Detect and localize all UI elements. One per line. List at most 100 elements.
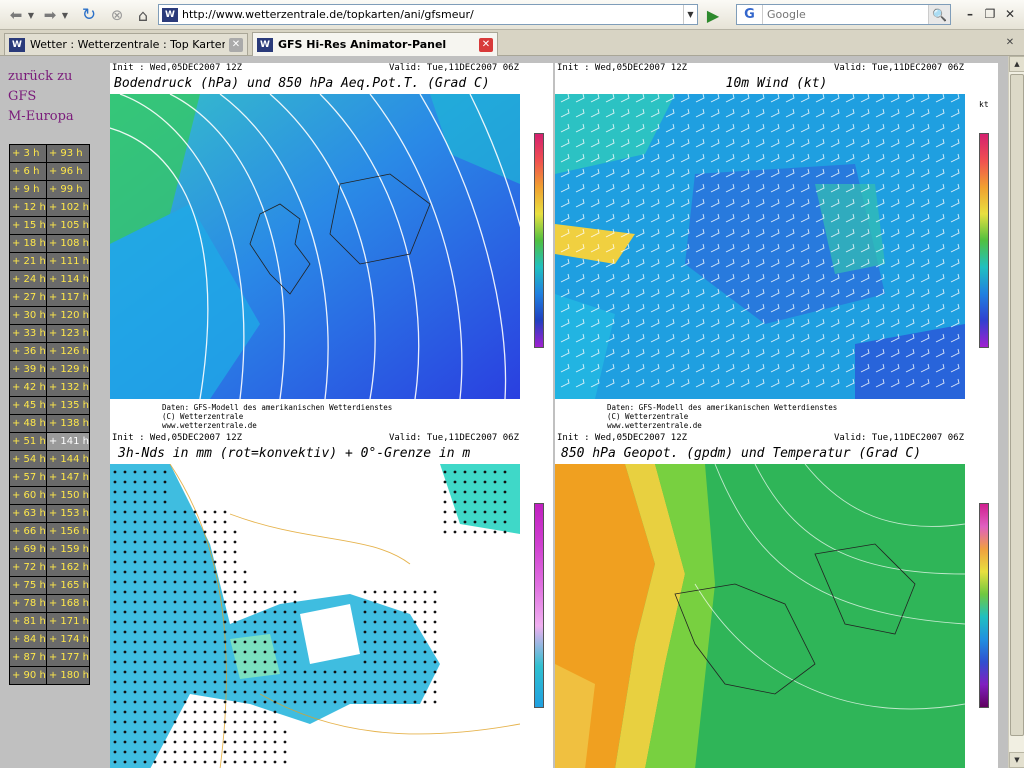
time-step-link[interactable]: + 60 h	[9, 486, 47, 505]
url-history-dropdown-icon[interactable]: ▼	[683, 5, 697, 24]
time-step-link[interactable]: + 9 h	[9, 180, 47, 199]
time-row: + 51 h + 141 h	[9, 432, 90, 451]
time-row: + 69 h + 159 h	[9, 540, 90, 559]
time-step-link[interactable]: + 102 h	[45, 198, 90, 217]
time-step-link[interactable]: + 168 h	[45, 594, 90, 613]
time-step-link[interactable]: + 39 h	[9, 360, 47, 379]
forward-arrow-icon[interactable]: ➡	[40, 4, 60, 26]
time-step-link[interactable]: + 171 h	[45, 612, 90, 631]
time-step-link[interactable]: + 6 h	[9, 162, 47, 181]
time-step-link[interactable]: + 135 h	[45, 396, 90, 415]
map-panel-pressure[interactable]: Init : Wed,05DEC2007 12Z Valid: Tue,11DE…	[110, 63, 553, 433]
time-step-link[interactable]: + 57 h	[9, 468, 47, 487]
time-row: + 63 h + 153 h	[9, 504, 90, 523]
search-bar[interactable]: G 🔍	[736, 4, 951, 25]
time-step-link[interactable]: + 84 h	[9, 630, 47, 649]
time-step-link[interactable]: + 33 h	[9, 324, 47, 343]
time-step-link[interactable]: + 75 h	[9, 576, 47, 595]
time-step-link[interactable]: + 165 h	[45, 576, 90, 595]
time-step-link[interactable]: + 63 h	[9, 504, 47, 523]
time-step-link[interactable]: + 15 h	[9, 216, 47, 235]
time-step-link[interactable]: + 87 h	[9, 648, 47, 667]
home-icon[interactable]: ⌂	[132, 4, 154, 26]
time-step-link[interactable]: + 24 h	[9, 270, 47, 289]
forecast-time-table: + 3 h + 93 h + 6 h + 96 h + 9 h + 99 h + 12 h +…	[9, 144, 90, 685]
time-step-link[interactable]: + 120 h	[45, 306, 90, 325]
time-step-link[interactable]: + 126 h	[45, 342, 90, 361]
time-step-link[interactable]: + 108 h	[45, 234, 90, 253]
time-step-link[interactable]: + 66 h	[9, 522, 47, 541]
time-step-link[interactable]: + 3 h	[9, 144, 47, 163]
time-step-link[interactable]: + 123 h	[45, 324, 90, 343]
time-step-link[interactable]: + 114 h	[45, 270, 90, 289]
restore-icon[interactable]: ❐	[982, 6, 998, 22]
time-step-link[interactable]: + 144 h	[45, 450, 90, 469]
search-input[interactable]	[763, 8, 928, 21]
time-step-link[interactable]: + 138 h	[45, 414, 90, 433]
time-step-link[interactable]: + 78 h	[9, 594, 47, 613]
time-step-link[interactable]: + 147 h	[45, 468, 90, 487]
time-step-link[interactable]: + 12 h	[9, 198, 47, 217]
stop-icon[interactable]: ⊗	[106, 4, 128, 26]
time-step-link[interactable]: + 48 h	[9, 414, 47, 433]
time-step-link[interactable]: + 177 h	[45, 648, 90, 667]
time-step-link[interactable]: + 93 h	[45, 144, 90, 163]
time-step-link[interactable]: + 72 h	[9, 558, 47, 577]
time-step-link[interactable]: + 27 h	[9, 288, 47, 307]
time-step-link[interactable]: + 129 h	[45, 360, 90, 379]
footer-line: Daten: GFS-Modell des amerikanischen Wet…	[162, 403, 393, 412]
map-panel-wind[interactable]: Init : Wed,05DEC2007 12Z Valid: Tue,11DE…	[555, 63, 998, 433]
time-step-link[interactable]: + 21 h	[9, 252, 47, 271]
google-engine-icon[interactable]: G	[737, 5, 763, 24]
back-to-gfs-link[interactable]: zurück zu GFS M-Europa	[8, 67, 103, 127]
tab-close-icon[interactable]: ✕	[229, 37, 243, 52]
tab-bar: W Wetter : Wetterzentrale : Top Karten .…	[0, 30, 1024, 56]
tab-list-icon[interactable]: ✕	[1002, 34, 1018, 50]
scroll-up-icon[interactable]: ▲	[1009, 56, 1024, 72]
time-step-link[interactable]: + 51 h	[9, 432, 47, 451]
time-step-link[interactable]: + 156 h	[45, 522, 90, 541]
tab-wetterzentrale[interactable]: W Wetter : Wetterzentrale : Top Karten .…	[4, 33, 248, 55]
time-step-link[interactable]: + 69 h	[9, 540, 47, 559]
time-step-link[interactable]: + 117 h	[45, 288, 90, 307]
vertical-scrollbar[interactable]: ▲ ▼	[1008, 56, 1024, 768]
time-step-link[interactable]: + 30 h	[9, 306, 47, 325]
close-window-icon[interactable]: ✕	[1002, 6, 1018, 22]
time-step-link[interactable]: + 111 h	[45, 252, 90, 271]
time-step-link[interactable]: + 45 h	[9, 396, 47, 415]
forward-history-dropdown-icon[interactable]: ▼	[60, 4, 70, 26]
url-bar[interactable]: W http://www.wetterzentrale.de/topkarten…	[158, 4, 698, 25]
tab-close-icon[interactable]: ✕	[479, 37, 493, 52]
time-step-link[interactable]: + 141 h	[45, 432, 90, 451]
time-step-link[interactable]: + 132 h	[45, 378, 90, 397]
time-step-link[interactable]: + 180 h	[45, 666, 90, 685]
scrollbar-thumb[interactable]	[1010, 74, 1024, 736]
map-panel-geopotential[interactable]: Init : Wed,05DEC2007 12Z Valid: Tue,11DE…	[555, 433, 998, 768]
time-step-link[interactable]: + 36 h	[9, 342, 47, 361]
minimize-icon[interactable]: –	[962, 6, 978, 22]
time-step-link[interactable]: + 99 h	[45, 180, 90, 199]
time-row: + 48 h + 138 h	[9, 414, 90, 433]
time-step-link[interactable]: + 153 h	[45, 504, 90, 523]
back-history-dropdown-icon[interactable]: ▼	[26, 4, 36, 26]
url-text[interactable]: http://www.wetterzentrale.de/topkarten/a…	[182, 8, 683, 21]
time-step-link[interactable]: + 90 h	[9, 666, 47, 685]
time-step-link[interactable]: + 150 h	[45, 486, 90, 505]
time-step-link[interactable]: + 105 h	[45, 216, 90, 235]
back-arrow-icon[interactable]: ⬅	[6, 4, 26, 26]
go-play-icon[interactable]: ▶	[703, 5, 723, 25]
time-step-link[interactable]: + 42 h	[9, 378, 47, 397]
scroll-down-icon[interactable]: ▼	[1009, 752, 1024, 768]
tab-gfs-animator[interactable]: W GFS Hi-Res Animator-Panel ✕	[252, 32, 498, 56]
time-step-link[interactable]: + 174 h	[45, 630, 90, 649]
time-step-link[interactable]: + 159 h	[45, 540, 90, 559]
reload-icon[interactable]: ↻	[78, 4, 100, 26]
time-step-link[interactable]: + 54 h	[9, 450, 47, 469]
map-panel-precipitation[interactable]: Init : Wed,05DEC2007 12Z Valid: Tue,11DE…	[110, 433, 553, 768]
search-magnifier-icon[interactable]: 🔍	[928, 5, 950, 24]
time-step-link[interactable]: + 162 h	[45, 558, 90, 577]
time-step-link[interactable]: + 96 h	[45, 162, 90, 181]
time-step-link[interactable]: + 18 h	[9, 234, 47, 253]
panel-title: Bodendruck (hPa) und 850 hPa Aeq.Pot.T. …	[114, 76, 490, 91]
time-step-link[interactable]: + 81 h	[9, 612, 47, 631]
